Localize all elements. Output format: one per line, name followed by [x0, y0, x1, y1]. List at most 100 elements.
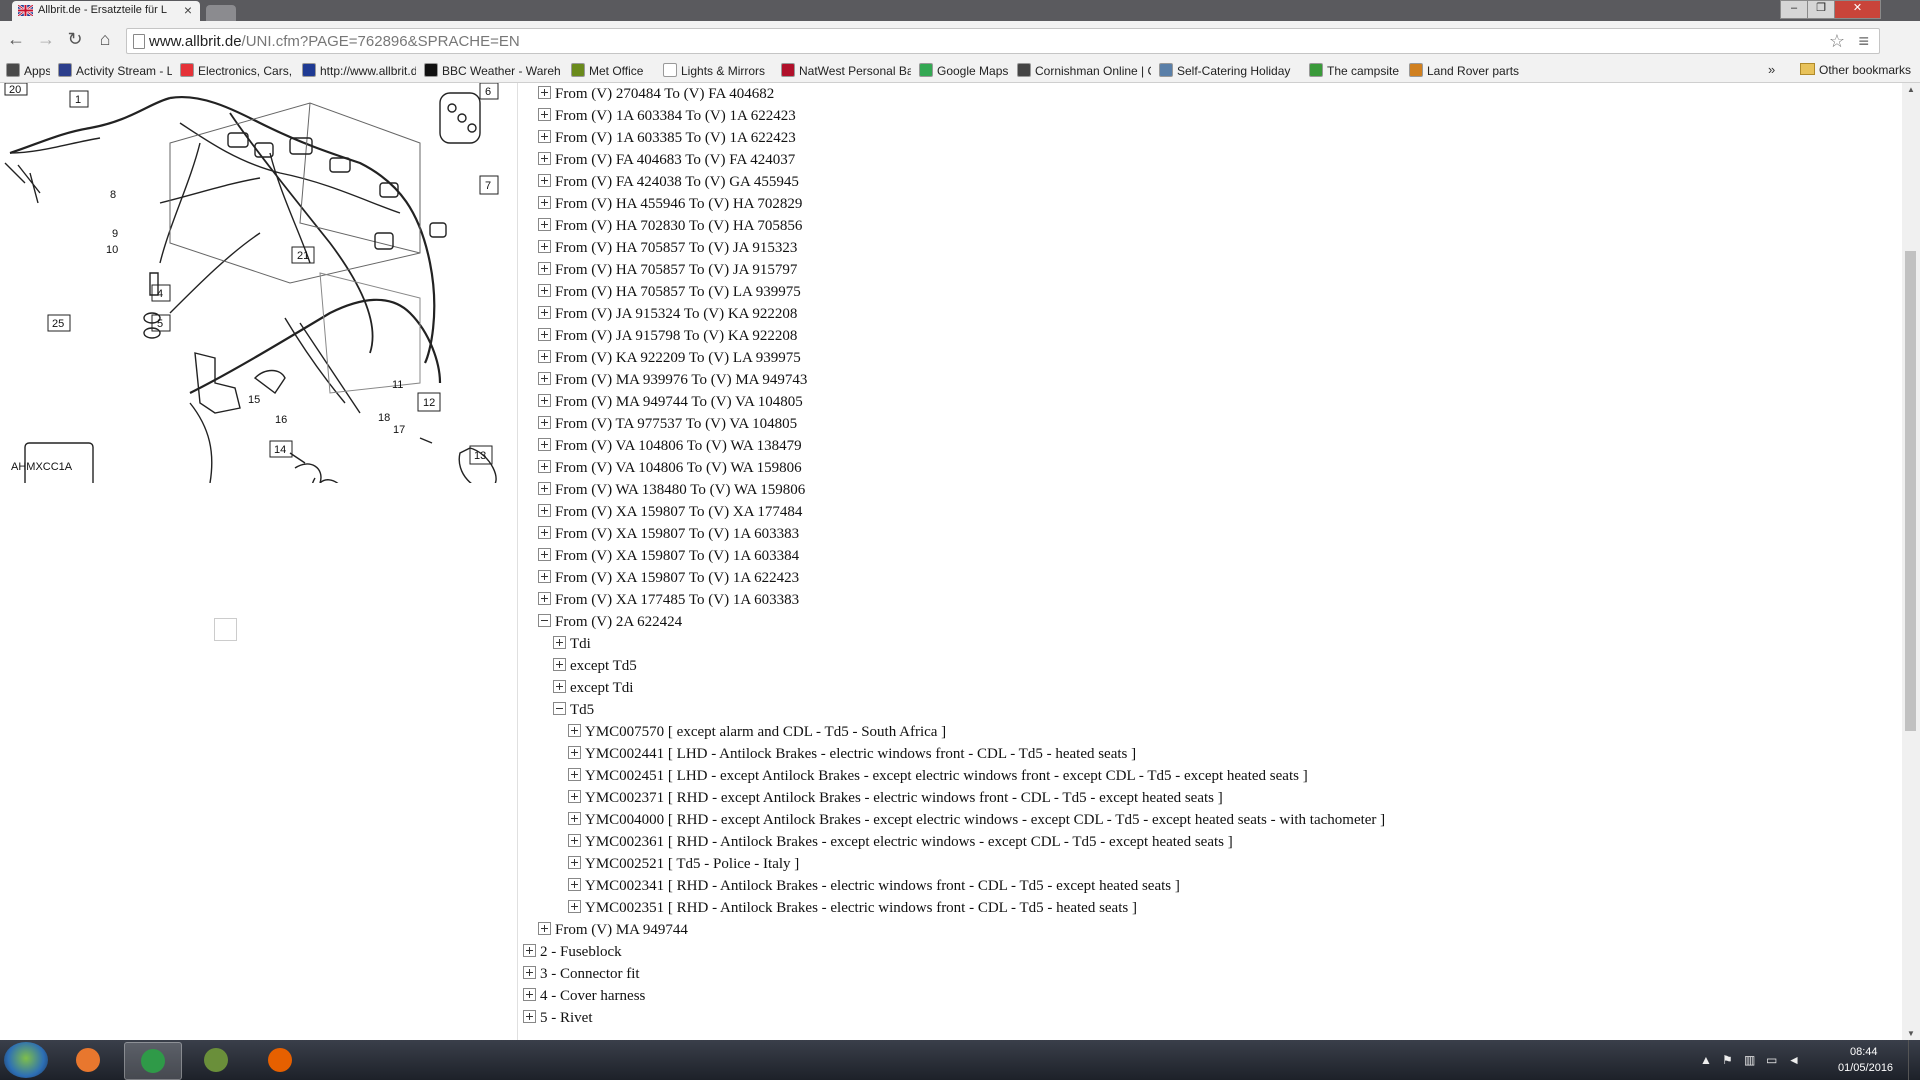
tree-node[interactable]: 5 - Rivet [523, 1007, 593, 1029]
tree-node[interactable]: 2 - Fuseblock [523, 941, 622, 963]
bookmark-item[interactable]: Electronics, Cars, Fash [180, 63, 294, 80]
tree-node-label[interactable]: From (V) MA 939976 To (V) MA 949743 [555, 372, 807, 388]
collapse-minus-icon[interactable] [538, 614, 551, 627]
tree-node-label[interactable]: From (V) MA 949744 To (V) VA 104805 [555, 394, 803, 410]
close-window-button[interactable]: ✕ [1834, 0, 1881, 19]
tree-node[interactable]: From (V) XA 159807 To (V) 1A 603383 [538, 523, 799, 545]
tree-node-label[interactable]: From (V) XA 159807 To (V) 1A 603384 [555, 548, 799, 564]
tree-node[interactable]: YMC002371 [ RHD - except Antilock Brakes… [568, 787, 1223, 809]
tree-node[interactable]: From (V) VA 104806 To (V) WA 138479 [538, 435, 802, 457]
expand-plus-icon[interactable] [568, 878, 581, 891]
bookmark-item[interactable]: Self-Catering Holiday [1159, 63, 1301, 80]
tree-node-label[interactable]: From (V) 270484 To (V) FA 404682 [555, 86, 774, 102]
tree-node-label[interactable]: YMC002351 [ RHD - Antilock Brakes - elec… [585, 900, 1137, 916]
tree-node-label[interactable]: From (V) HA 455946 To (V) HA 702829 [555, 196, 802, 212]
tree-node[interactable]: From (V) JA 915798 To (V) KA 922208 [538, 325, 797, 347]
expand-plus-icon[interactable] [538, 218, 551, 231]
minimize-button[interactable]: ‒ [1780, 0, 1808, 19]
expand-plus-icon[interactable] [538, 548, 551, 561]
tree-node[interactable]: YMC002521 [ Td5 - Police - Italy ] [568, 853, 799, 875]
tree-node[interactable]: From (V) HA 455946 To (V) HA 702829 [538, 193, 802, 215]
address-bar[interactable]: www.allbrit.de/UNI.cfm?PAGE=762896&SPRAC… [126, 28, 1880, 54]
tree-node[interactable]: From (V) JA 915324 To (V) KA 922208 [538, 303, 797, 325]
tree-node[interactable]: except Td5 [553, 655, 637, 677]
expand-plus-icon[interactable] [523, 966, 536, 979]
reload-icon[interactable]: ↻ [64, 29, 86, 50]
tree-node[interactable]: From (V) TA 977537 To (V) VA 104805 [538, 413, 797, 435]
expand-plus-icon[interactable] [538, 328, 551, 341]
tree-node[interactable]: From (V) MA 949744 To (V) VA 104805 [538, 391, 803, 413]
expand-plus-icon[interactable] [538, 130, 551, 143]
tree-node[interactable]: From (V) HA 705857 To (V) JA 915797 [538, 259, 797, 281]
tree-node-label[interactable]: Tdi [570, 636, 591, 652]
display-icon[interactable]: ▭ [1766, 1053, 1777, 1067]
tree-node-label[interactable]: 4 - Cover harness [540, 988, 645, 1004]
expand-plus-icon[interactable] [538, 504, 551, 517]
expand-plus-icon[interactable] [523, 944, 536, 957]
bookmark-item[interactable]: Land Rover parts [1409, 63, 1521, 80]
tree-node[interactable]: YMC002441 [ LHD - Antilock Brakes - elec… [568, 743, 1136, 765]
tree-node[interactable]: From (V) MA 949744 [538, 919, 688, 941]
tree-node-label[interactable]: From (V) HA 705857 To (V) LA 939975 [555, 284, 801, 300]
tree-node[interactable]: From (V) 1A 603385 To (V) 1A 622423 [538, 127, 796, 149]
tree-node[interactable]: From (V) 270484 To (V) FA 404682 [538, 83, 774, 105]
tree-node[interactable]: From (V) FA 404683 To (V) FA 424037 [538, 149, 795, 171]
tree-node[interactable]: From (V) HA 705857 To (V) JA 915323 [538, 237, 797, 259]
scroll-down-icon[interactable]: ▼ [1907, 1029, 1915, 1038]
volume-icon[interactable]: ◄ [1788, 1053, 1800, 1067]
expand-plus-icon[interactable] [553, 636, 566, 649]
tree-node[interactable]: 4 - Cover harness [523, 985, 645, 1007]
bookmark-star-icon[interactable]: ☆ [1829, 31, 1845, 52]
expand-plus-icon[interactable] [568, 812, 581, 825]
expand-plus-icon[interactable] [568, 856, 581, 869]
tree-node-label[interactable]: YMC002521 [ Td5 - Police - Italy ] [585, 856, 799, 872]
bookmark-item[interactable]: Lights & Mirrors [663, 63, 773, 80]
other-bookmarks-folder[interactable]: Other bookmarks [1800, 63, 1911, 77]
expand-plus-icon[interactable] [523, 988, 536, 1001]
taskbar-media-player[interactable] [60, 1042, 116, 1078]
tree-node-label[interactable]: Td5 [570, 702, 594, 718]
bookmark-item[interactable]: Met Office [571, 63, 655, 80]
tree-node-label[interactable]: YMC002451 [ LHD - except Antilock Brakes… [585, 768, 1308, 784]
bookmark-item[interactable]: BBC Weather - Wareh [424, 63, 563, 80]
tree-node-label[interactable]: From (V) XA 159807 To (V) 1A 603383 [555, 526, 799, 542]
expand-plus-icon[interactable] [538, 262, 551, 275]
tree-node[interactable]: 3 - Connector fit [523, 963, 640, 985]
bookmark-item[interactable]: Apps [6, 63, 50, 80]
clock-date[interactable]: 01/05/2016 [1838, 1062, 1893, 1074]
tree-node-label[interactable]: 5 - Rivet [540, 1010, 593, 1026]
chrome-menu-icon[interactable]: ≡ [1858, 31, 1869, 52]
tree-node[interactable]: From (V) HA 705857 To (V) LA 939975 [538, 281, 801, 303]
maximize-button[interactable]: ❐ [1807, 0, 1835, 19]
expand-plus-icon[interactable] [538, 350, 551, 363]
wiring-harness-diagram[interactable]: 20 1 6 7 8 9 10 21 4 5 25 11 12 15 16 18… [0, 83, 510, 483]
tab-close-icon[interactable]: × [184, 2, 192, 18]
tree-node-label[interactable]: From (V) VA 104806 To (V) WA 159806 [555, 460, 802, 476]
taskbar-control-panel[interactable] [188, 1042, 244, 1078]
expand-plus-icon[interactable] [538, 108, 551, 121]
tree-node-label[interactable]: From (V) XA 159807 To (V) 1A 622423 [555, 570, 799, 586]
expand-plus-icon[interactable] [538, 86, 551, 99]
expand-plus-icon[interactable] [568, 746, 581, 759]
tree-node-label[interactable]: From (V) JA 915324 To (V) KA 922208 [555, 306, 797, 322]
bookmark-item[interactable]: The campsite [1309, 63, 1401, 80]
expand-plus-icon[interactable] [523, 1010, 536, 1023]
expand-plus-icon[interactable] [568, 900, 581, 913]
bookmarks-overflow-icon[interactable]: » [1768, 62, 1775, 77]
tree-node[interactable]: YMC007570 [ except alarm and CDL - Td5 -… [568, 721, 946, 743]
expand-plus-icon[interactable] [538, 196, 551, 209]
tree-node[interactable]: From (V) WA 138480 To (V) WA 159806 [538, 479, 805, 501]
expand-plus-icon[interactable] [568, 790, 581, 803]
tree-node-label[interactable]: From (V) FA 424038 To (V) GA 455945 [555, 174, 799, 190]
expand-plus-icon[interactable] [538, 306, 551, 319]
tree-node-label[interactable]: From (V) 2A 622424 [555, 614, 682, 630]
bookmark-item[interactable]: NatWest Personal Bar [781, 63, 911, 80]
expand-plus-icon[interactable] [538, 438, 551, 451]
page-scrollbar[interactable]: ▲ ▼ [1902, 83, 1920, 1040]
expand-plus-icon[interactable] [538, 372, 551, 385]
tree-node-label[interactable]: From (V) VA 104806 To (V) WA 138479 [555, 438, 802, 454]
expand-plus-icon[interactable] [553, 658, 566, 671]
expand-plus-icon[interactable] [538, 592, 551, 605]
expand-plus-icon[interactable] [538, 416, 551, 429]
taskbar-chrome[interactable] [124, 1042, 182, 1080]
